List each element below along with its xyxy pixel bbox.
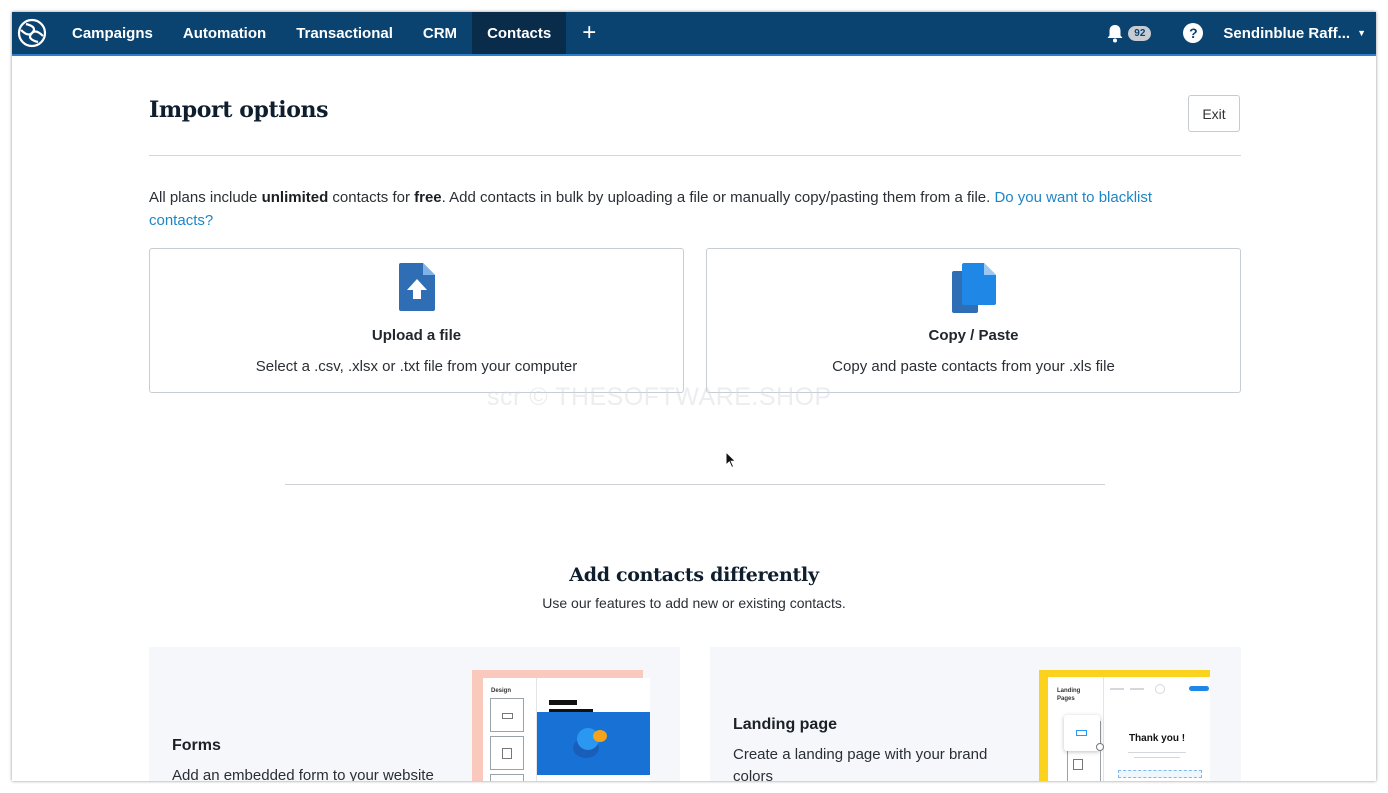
- preview-tool-box: [490, 736, 524, 770]
- page-title: Import options: [149, 97, 329, 123]
- preview-drop-zone: [1118, 770, 1202, 778]
- card-description: Select a .csv, .xlsx or .txt file from y…: [255, 358, 578, 375]
- exit-button[interactable]: Exit: [1188, 95, 1240, 132]
- preview-landing-label: Landing Pages: [1057, 687, 1080, 703]
- preview-text-line: [1128, 752, 1186, 753]
- feature-description: Add an embedded form to your website: [172, 767, 434, 781]
- feature-title: Forms: [172, 737, 221, 754]
- card-title: Upload a file: [371, 327, 462, 344]
- section-title: Add contacts differently: [569, 564, 819, 586]
- top-navigation-bar: Campaigns Automation Transactional CRM C…: [12, 12, 1376, 56]
- help-icon[interactable]: ?: [1183, 23, 1204, 43]
- card-title: Copy / Paste: [928, 327, 1019, 344]
- landing-page-preview-image: Landing Pages Thank you !: [1039, 670, 1210, 781]
- header-tools: 92 ? Sendinblue Raff... ▼: [1106, 12, 1376, 54]
- intro-part: All plans include: [149, 189, 262, 206]
- intro-bold-unlimited: unlimited: [261, 189, 329, 206]
- landing-builder-preview: Landing Pages Thank you !: [1048, 677, 1210, 781]
- preview-nav-circle: [1155, 684, 1165, 694]
- preview-drag-block: [1064, 715, 1100, 751]
- forms-feature-card[interactable]: Forms Add an embedded form to your websi…: [149, 647, 680, 781]
- preview-nav-line: [1130, 688, 1144, 690]
- mouse-cursor-icon: [725, 451, 737, 469]
- copy-icon: [707, 263, 1240, 313]
- form-builder-preview: Design: [483, 678, 650, 781]
- preview-divider: [1103, 677, 1104, 781]
- caret-down-icon: ▼: [1357, 28, 1366, 38]
- intro-text: All plans include unlimited contacts for…: [149, 186, 1209, 232]
- preview-thank-you-text: Thank you !: [1128, 733, 1186, 744]
- app-window: Campaigns Automation Transactional CRM C…: [12, 12, 1376, 781]
- feature-description: Create a landing page with your brand co…: [733, 746, 988, 781]
- notifications-button[interactable]: 92: [1106, 24, 1152, 43]
- intro-bold-free: free: [414, 189, 442, 206]
- card-description: Copy and paste contacts from your .xls f…: [832, 358, 1115, 375]
- nav-campaigns[interactable]: Campaigns: [57, 12, 168, 54]
- preview-text-line: [1134, 757, 1180, 758]
- intro-part: . Add contacts in bulk by uploading a fi…: [441, 189, 995, 206]
- forms-preview-image: Design: [472, 670, 650, 781]
- section-divider: [285, 484, 1105, 485]
- preview-label-line: Landing: [1057, 688, 1081, 694]
- notification-count-badge: 92: [1128, 25, 1152, 41]
- intro-part: contacts for: [328, 189, 415, 206]
- sendinblue-logo-icon[interactable]: [14, 12, 50, 54]
- preview-tool-shape: [502, 748, 512, 759]
- upload-file-card[interactable]: Upload a file Select a .csv, .xlsx or .t…: [149, 248, 684, 393]
- preview-cursor-dot: [1096, 743, 1104, 751]
- add-nav-button[interactable]: +: [566, 12, 612, 54]
- main-nav: Campaigns Automation Transactional CRM C…: [57, 12, 612, 54]
- nav-automation[interactable]: Automation: [168, 12, 281, 54]
- account-name: Sendinblue Raff...: [1223, 24, 1351, 42]
- feature-title: Landing page: [733, 716, 837, 733]
- divider: [149, 155, 1241, 156]
- copy-paste-card[interactable]: Copy / Paste Copy and paste contacts fro…: [706, 248, 1241, 393]
- nav-crm[interactable]: CRM: [408, 12, 472, 54]
- section-subtitle: Use our features to add new or existing …: [542, 595, 846, 611]
- nav-contacts[interactable]: Contacts: [472, 12, 567, 54]
- landing-page-feature-card[interactable]: Landing page Create a landing page with …: [710, 647, 1241, 781]
- nav-transactional[interactable]: Transactional: [281, 12, 408, 54]
- preview-tool-shape: [1076, 730, 1087, 736]
- preview-tool-box: [490, 774, 524, 781]
- preview-label-line: Pages: [1057, 696, 1075, 702]
- preview-nav-button: [1189, 686, 1209, 691]
- preview-design-label: Design: [491, 688, 512, 694]
- preview-tool-box: [490, 698, 524, 732]
- bell-icon: [1107, 24, 1123, 42]
- preview-orange-slice: [593, 730, 607, 742]
- preview-tool-shape: [1073, 759, 1083, 770]
- account-menu[interactable]: Sendinblue Raff... ▼: [1223, 25, 1366, 42]
- preview-nav-line: [1110, 688, 1124, 690]
- preview-tool-shape: [502, 713, 513, 719]
- preview-heading-bar: [549, 700, 577, 705]
- watermark-text: scr © THESOFTWARE.SHOP: [487, 383, 832, 411]
- file-upload-icon: [150, 263, 683, 311]
- preview-hero-image: [537, 712, 650, 775]
